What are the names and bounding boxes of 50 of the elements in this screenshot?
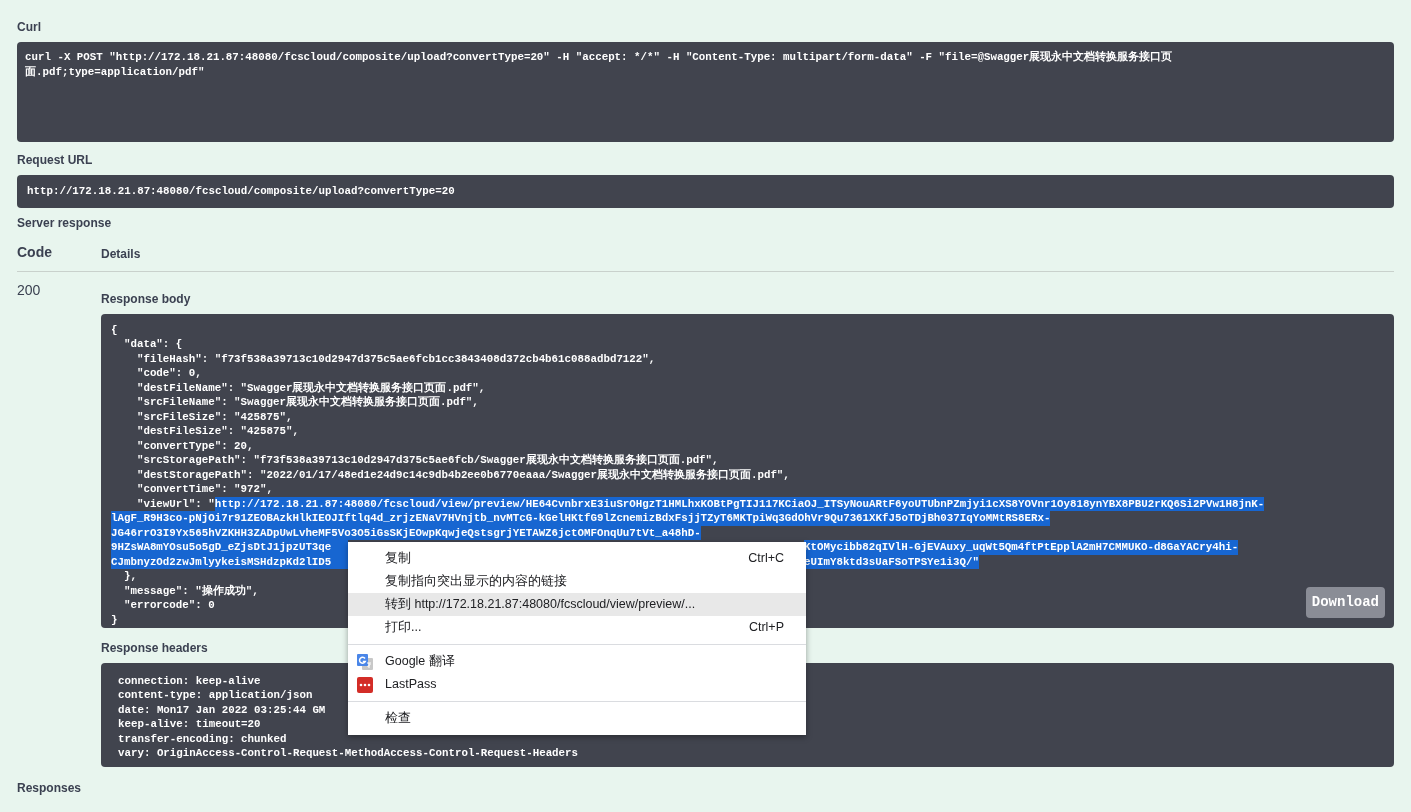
code-line: "srcFileName": "Swagger展现永中文档转换服务接口页面.pdf",: [135, 395, 479, 410]
code-line: 面.pdf;type=application/pdf": [25, 64, 205, 79]
code-line: keep-alive: timeout=20: [118, 717, 261, 732]
shortcut-text: Ctrl+C: [748, 550, 784, 568]
code-line: "message": "操作成功",: [122, 583, 259, 598]
code-line: vary: OriginAccess-Control-Request-MethodAccess-Control-Request-Headers: [118, 746, 579, 761]
menu-item[interactable]: 转到 http://172.18.21.87:48080/fcscloud/view/preview/...: [348, 593, 806, 616]
url-text: http://172.18.21.87:48080/fcscloud/composite/upload?convertType=20: [27, 184, 455, 199]
section-label: Responses: [17, 779, 82, 797]
code-line: },: [122, 569, 137, 584]
column-header: Details: [101, 245, 141, 263]
menu-item[interactable]: LastPass: [348, 673, 806, 696]
code-line: connection: keep-alive: [118, 673, 261, 688]
code-line: "viewUrl": ": [135, 496, 215, 511]
menu-item[interactable]: 检查: [348, 707, 806, 730]
code-line: "errorcode": 0: [122, 598, 215, 613]
section-label: Response headers: [101, 639, 208, 657]
status-code: 200: [17, 280, 42, 298]
code-line: "destFileSize": "425875",: [135, 424, 299, 439]
code-line: "srcFileSize": "425875",: [135, 409, 293, 424]
column-header: Code: [17, 242, 53, 262]
code-line: curl -X POST "http://172.18.21.87:48080/fcscloud/composite/upload?convertType=20" -H "accept: */*" -H "Content-Type: multipart/form-data" -F "file=@Swagger展现永中文档转换服务接口页: [25, 50, 1173, 65]
code-line: "fileHash": "f73f538a39713c10d2947d375c5ae6fcb1cc3843408d372cb4b61c088adbd7122",: [135, 351, 656, 366]
translate-icon: [357, 653, 373, 670]
code-line: "code": 0,: [135, 366, 202, 381]
menu-item[interactable]: Google 翻译: [348, 650, 806, 673]
code-line: "destFileName": "Swagger展现永中文档转换服务接口页面.pdf",: [135, 380, 486, 395]
shortcut-text: Ctrl+P: [748, 619, 784, 637]
section-label: Server response: [17, 214, 112, 232]
code-line: "convertTime": "972",: [135, 482, 273, 497]
code-line: }: [111, 612, 118, 627]
selected-text: http://172.18.21.87:48080/fcscloud/view/preview/HE64CvnbrxE3iuSrOHgzT1HMLhxKOBtPgTIJ117KCiaOJ_ITSyNouARtF6yoUTUbnPZmjyi1cXS8YOVnr1Oy818ynYBX8PBU2rKQ6Si2PVw1H8jnK-: [214, 496, 1265, 511]
menu-item[interactable]: 打印... Ctrl+P: [348, 616, 806, 639]
code-line: date: Mon17 Jan 2022 03:25:44 GM: [118, 702, 326, 717]
selected-text: KtOMycibb82qIVlH-GjEVAuxy_uqWt5Qm4ftPtEpplA2mH7CMMUKO-d8GaYACry4hi-: [804, 540, 1239, 555]
section-label: Request URL: [17, 152, 93, 169]
menu-item[interactable]: 复制 Ctrl+C: [348, 547, 806, 570]
code-line: {: [111, 322, 118, 337]
code-line: transfer-encoding: chunked: [118, 731, 287, 746]
selected-text: lAgF_R9H3co-pNjOi7r91ZEOBAzkHlkIEOJIftlq4d_zrjzENaV7HVnjtb_nvMTcG-kGelHKtfG9lZcnemizBdxFsjjTZyT6MKTpiWq3GdOhVr9Qu7361XKfJ5oTDjBh037IqYoMMtRS8ERx-: [111, 511, 1051, 526]
code-line: "data": {: [122, 337, 183, 352]
section-label: Curl: [17, 19, 41, 36]
dots-icon: [357, 676, 373, 693]
code-line: "srcStoragePath": "f73f538a39713c10d2947d375c5ae6fcb/Swagger展现永中文档转换服务接口页面.pdf",: [135, 453, 719, 468]
code-line: "destStoragePath": "2022/01/17/48ed1e24d9c14c9db4b2ee0b6770eaaa/Swagger展现永中文档转换服务接口页面.pdf",: [135, 467, 790, 482]
section-label: Response body: [101, 290, 191, 308]
selected-text: 9HZsWA8mYOsu5o5gD_eZjsDtJ1jpzUT3qe: [111, 540, 348, 555]
menu-item[interactable]: 复制指向突出显示的内容的链接: [348, 570, 806, 593]
code-line: "convertType": 20,: [135, 438, 254, 453]
code-line: content-type: application/json: [118, 688, 313, 703]
